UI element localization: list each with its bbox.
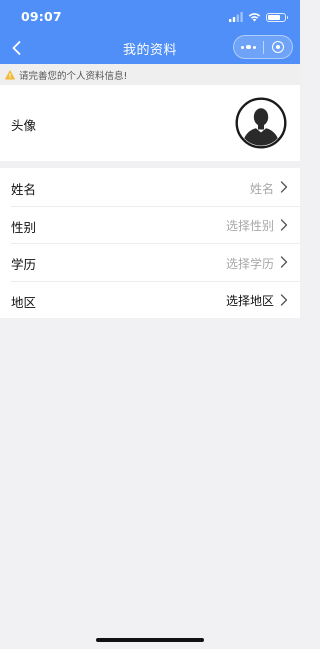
- wifi-icon: [248, 13, 261, 22]
- close-button[interactable]: [264, 36, 293, 58]
- form-label: 学历: [11, 257, 37, 272]
- chevron-right-icon: [280, 181, 288, 193]
- status-bar: 09:07: [0, 0, 300, 32]
- chevron-right-icon: [280, 256, 288, 268]
- more-dots-icon: [240, 45, 244, 49]
- more-button[interactable]: [234, 36, 263, 58]
- form-row-region[interactable]: 地区 选择地区: [0, 280, 300, 319]
- chevron-right-icon: [280, 293, 288, 306]
- status-icons: [229, 11, 288, 23]
- chevron-right-icon: [280, 218, 288, 231]
- miniprogram-capsule: [233, 35, 293, 59]
- notice-text: 请完善您的个人资料信息!: [19, 70, 128, 82]
- more-dots-icon: [246, 44, 251, 50]
- warning-icon: [5, 69, 15, 79]
- avatar-row[interactable]: 头像: [0, 85, 300, 161]
- nav-bar: 我的资料: [0, 32, 300, 64]
- status-time: 09:07: [21, 9, 62, 24]
- default-user-avatar-icon[interactable]: [235, 97, 287, 149]
- battery-fill: [268, 14, 280, 20]
- home-indicator: [96, 638, 204, 642]
- close-circle-icon: [271, 41, 284, 53]
- education-select[interactable]: 选择学历: [226, 255, 274, 272]
- form-row-name[interactable]: 姓名 姓名: [0, 168, 300, 206]
- form-row-gender[interactable]: 性别 选择性别: [0, 205, 300, 244]
- region-select[interactable]: 选择地区: [226, 292, 274, 309]
- avatar-label: 头像: [11, 118, 37, 133]
- gender-select[interactable]: 选择性别: [226, 217, 274, 234]
- name-field[interactable]: 姓名: [250, 180, 274, 197]
- form-label: 姓名: [11, 182, 37, 197]
- profile-form: 姓名 姓名 性别 选择性别 学历 选择学历 地区 选择地区: [0, 168, 300, 318]
- form-row-education[interactable]: 学历 选择学历: [0, 243, 300, 281]
- battery-icon: [266, 12, 288, 22]
- signal-icon: [229, 12, 243, 22]
- notice-bar: 请完善您的个人资料信息!: [0, 64, 300, 85]
- more-dots-icon: [253, 45, 256, 49]
- form-label: 地区: [11, 294, 37, 310]
- app-header: 09:07 我的资料: [0, 0, 300, 64]
- form-label: 性别: [11, 219, 37, 235]
